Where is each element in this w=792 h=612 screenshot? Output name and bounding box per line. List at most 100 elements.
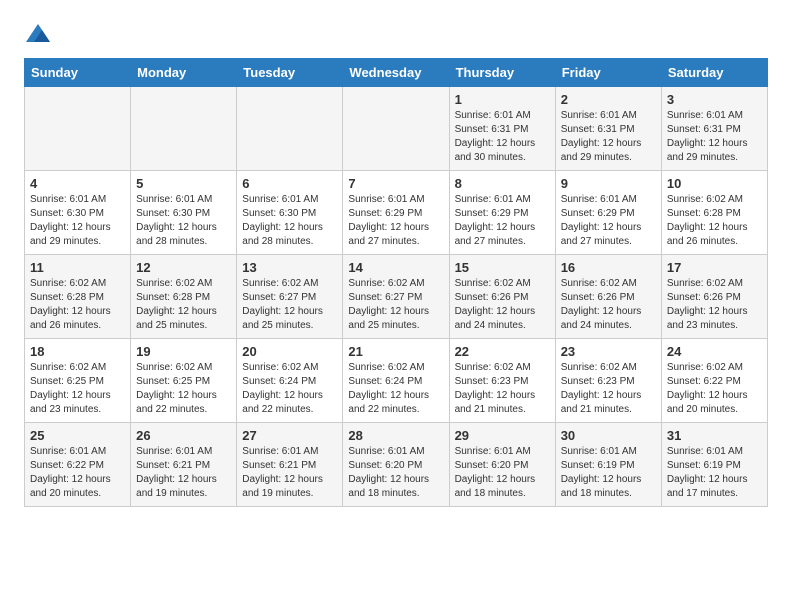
day-info: Sunrise: 6:01 AM Sunset: 6:29 PM Dayligh… bbox=[561, 193, 656, 249]
day-info: Sunrise: 6:02 AM Sunset: 6:24 PM Dayligh… bbox=[348, 361, 443, 417]
calendar-week-row: 11Sunrise: 6:02 AM Sunset: 6:28 PM Dayli… bbox=[25, 255, 768, 339]
day-info: Sunrise: 6:01 AM Sunset: 6:22 PM Dayligh… bbox=[30, 445, 125, 501]
calendar-cell: 3 Sunrise: 6:01 AM Sunset: 6:31 PM Daylig… bbox=[661, 87, 767, 171]
calendar-week-row: 25 Sunrise: 6:01 AM Sunset: 6:22 PM Dayli… bbox=[25, 423, 768, 507]
day-header-thursday: Thursday bbox=[449, 59, 555, 87]
day-info: Sunrise: 6:02 AM Sunset: 6:25 PM Dayligh… bbox=[136, 361, 231, 417]
calendar-cell bbox=[343, 87, 449, 171]
day-info: Sunrise: 6:02 AM Sunset: 6:27 PM Dayligh… bbox=[348, 277, 443, 333]
day-info: Sunrise: 6:01 AM Sunset: 6:30 PM Dayligh… bbox=[242, 193, 337, 249]
day-info: Sunrise: 6:01 AM Sunset: 6:31 PM Dayligh… bbox=[667, 109, 762, 165]
calendar-cell: 4Sunrise: 6:01 AM Sunset: 6:30 PM Daylig… bbox=[25, 171, 131, 255]
page-header bbox=[24, 20, 768, 48]
calendar-cell: 7Sunrise: 6:01 AM Sunset: 6:29 PM Daylig… bbox=[343, 171, 449, 255]
day-info: Sunrise: 6:01 AM Sunset: 6:19 PM Dayligh… bbox=[667, 445, 762, 501]
day-info: Sunrise: 6:02 AM Sunset: 6:26 PM Dayligh… bbox=[455, 277, 550, 333]
day-number: 9 bbox=[561, 176, 656, 191]
calendar-cell: 16 Sunrise: 6:02 AM Sunset: 6:26 PM Dayli… bbox=[555, 255, 661, 339]
calendar-cell: 5Sunrise: 6:01 AM Sunset: 6:30 PM Daylig… bbox=[131, 171, 237, 255]
calendar-cell: 9 Sunrise: 6:01 AM Sunset: 6:29 PM Daylig… bbox=[555, 171, 661, 255]
day-header-tuesday: Tuesday bbox=[237, 59, 343, 87]
calendar-cell: 19 Sunrise: 6:02 AM Sunset: 6:25 PM Dayli… bbox=[131, 339, 237, 423]
day-number: 16 bbox=[561, 260, 656, 275]
calendar-cell: 12 Sunrise: 6:02 AM Sunset: 6:28 PM Dayli… bbox=[131, 255, 237, 339]
day-number: 19 bbox=[136, 344, 231, 359]
calendar-cell: 22 Sunrise: 6:02 AM Sunset: 6:23 PM Dayli… bbox=[449, 339, 555, 423]
day-info: Sunrise: 6:02 AM Sunset: 6:23 PM Dayligh… bbox=[561, 361, 656, 417]
day-number: 18 bbox=[30, 344, 125, 359]
logo-icon bbox=[24, 20, 52, 48]
day-header-sunday: Sunday bbox=[25, 59, 131, 87]
day-number: 5 bbox=[136, 176, 231, 191]
calendar-cell bbox=[25, 87, 131, 171]
day-header-friday: Friday bbox=[555, 59, 661, 87]
day-info: Sunrise: 6:01 AM Sunset: 6:20 PM Dayligh… bbox=[455, 445, 550, 501]
calendar-cell: 24Sunrise: 6:02 AM Sunset: 6:22 PM Dayli… bbox=[661, 339, 767, 423]
day-info: Sunrise: 6:01 AM Sunset: 6:31 PM Dayligh… bbox=[455, 109, 550, 165]
calendar-cell: 26 Sunrise: 6:01 AM Sunset: 6:21 PM Dayli… bbox=[131, 423, 237, 507]
day-number: 22 bbox=[455, 344, 550, 359]
day-number: 12 bbox=[136, 260, 231, 275]
calendar-week-row: 4 Sunrise: 6:01 AM Sunset: 6:30 PM Daylig… bbox=[25, 171, 768, 255]
day-info: Sunrise: 6:01 AM Sunset: 6:21 PM Dayligh… bbox=[136, 445, 231, 501]
day-info: Sunrise: 6:01 AM Sunset: 6:31 PM Dayligh… bbox=[561, 109, 656, 165]
calendar-cell: 31 Sunrise: 6:01 AM Sunset: 6:19 PM Dayli… bbox=[661, 423, 767, 507]
logo bbox=[24, 20, 56, 48]
calendar-cell: 15 Sunrise: 6:02 AM Sunset: 6:26 PM Dayli… bbox=[449, 255, 555, 339]
calendar-cell: 18 Sunrise: 6:02 AM Sunset: 6:25 PM Dayli… bbox=[25, 339, 131, 423]
calendar-cell: 17Sunrise: 6:02 AM Sunset: 6:26 PM Dayli… bbox=[661, 255, 767, 339]
day-info: Sunrise: 6:02 AM Sunset: 6:28 PM Dayligh… bbox=[667, 193, 762, 249]
day-info: Sunrise: 6:02 AM Sunset: 6:28 PM Dayligh… bbox=[30, 277, 125, 333]
day-number: 3 bbox=[667, 92, 762, 107]
calendar-table: SundayMondayTuesdayWednesdayThursdayFrid… bbox=[24, 58, 768, 507]
day-number: 10 bbox=[667, 176, 762, 191]
day-number: 25 bbox=[30, 428, 125, 443]
day-number: 8 bbox=[455, 176, 550, 191]
calendar-week-row: 18 Sunrise: 6:02 AM Sunset: 6:25 PM Dayli… bbox=[25, 339, 768, 423]
day-info: Sunrise: 6:01 AM Sunset: 6:19 PM Dayligh… bbox=[561, 445, 656, 501]
day-info: Sunrise: 6:02 AM Sunset: 6:26 PM Dayligh… bbox=[561, 277, 656, 333]
day-number: 29 bbox=[455, 428, 550, 443]
day-number: 28 bbox=[348, 428, 443, 443]
day-number: 27 bbox=[242, 428, 337, 443]
day-info: Sunrise: 6:02 AM Sunset: 6:27 PM Dayligh… bbox=[242, 277, 337, 333]
day-header-saturday: Saturday bbox=[661, 59, 767, 87]
day-number: 31 bbox=[667, 428, 762, 443]
calendar-cell: 21 Sunrise: 6:02 AM Sunset: 6:24 PM Dayli… bbox=[343, 339, 449, 423]
day-number: 1 bbox=[455, 92, 550, 107]
calendar-cell: 1 Sunrise: 6:01 AM Sunset: 6:31 PM Daylig… bbox=[449, 87, 555, 171]
calendar-cell: 23 Sunrise: 6:02 AM Sunset: 6:23 PM Dayli… bbox=[555, 339, 661, 423]
day-info: Sunrise: 6:02 AM Sunset: 6:28 PM Dayligh… bbox=[136, 277, 231, 333]
day-info: Sunrise: 6:02 AM Sunset: 6:25 PM Dayligh… bbox=[30, 361, 125, 417]
day-number: 2 bbox=[561, 92, 656, 107]
calendar-cell bbox=[131, 87, 237, 171]
day-info: Sunrise: 6:01 AM Sunset: 6:29 PM Dayligh… bbox=[348, 193, 443, 249]
day-info: Sunrise: 6:02 AM Sunset: 6:23 PM Dayligh… bbox=[455, 361, 550, 417]
calendar-week-row: 1 Sunrise: 6:01 AM Sunset: 6:31 PM Daylig… bbox=[25, 87, 768, 171]
calendar-cell: 20Sunrise: 6:02 AM Sunset: 6:24 PM Dayli… bbox=[237, 339, 343, 423]
day-number: 14 bbox=[348, 260, 443, 275]
calendar-cell: 8Sunrise: 6:01 AM Sunset: 6:29 PM Daylig… bbox=[449, 171, 555, 255]
day-number: 6 bbox=[242, 176, 337, 191]
day-number: 20 bbox=[242, 344, 337, 359]
calendar-cell: 30Sunrise: 6:01 AM Sunset: 6:19 PM Dayli… bbox=[555, 423, 661, 507]
day-number: 13 bbox=[242, 260, 337, 275]
calendar-cell: 27 Sunrise: 6:01 AM Sunset: 6:21 PM Dayli… bbox=[237, 423, 343, 507]
day-header-monday: Monday bbox=[131, 59, 237, 87]
calendar-cell bbox=[237, 87, 343, 171]
calendar-cell: 13 Sunrise: 6:02 AM Sunset: 6:27 PM Dayli… bbox=[237, 255, 343, 339]
calendar-cell: 28 Sunrise: 6:01 AM Sunset: 6:20 PM Dayli… bbox=[343, 423, 449, 507]
day-info: Sunrise: 6:01 AM Sunset: 6:21 PM Dayligh… bbox=[242, 445, 337, 501]
calendar-cell: 2 Sunrise: 6:01 AM Sunset: 6:31 PM Daylig… bbox=[555, 87, 661, 171]
day-info: Sunrise: 6:01 AM Sunset: 6:20 PM Dayligh… bbox=[348, 445, 443, 501]
day-number: 17 bbox=[667, 260, 762, 275]
calendar-cell: 10 Sunrise: 6:02 AM Sunset: 6:28 PM Dayli… bbox=[661, 171, 767, 255]
day-number: 4 bbox=[30, 176, 125, 191]
day-number: 15 bbox=[455, 260, 550, 275]
day-number: 23 bbox=[561, 344, 656, 359]
calendar-header-row: SundayMondayTuesdayWednesdayThursdayFrid… bbox=[25, 59, 768, 87]
day-number: 21 bbox=[348, 344, 443, 359]
calendar-cell: 25 Sunrise: 6:01 AM Sunset: 6:22 PM Dayli… bbox=[25, 423, 131, 507]
day-number: 26 bbox=[136, 428, 231, 443]
calendar-cell: 6 Sunrise: 6:01 AM Sunset: 6:30 PM Daylig… bbox=[237, 171, 343, 255]
